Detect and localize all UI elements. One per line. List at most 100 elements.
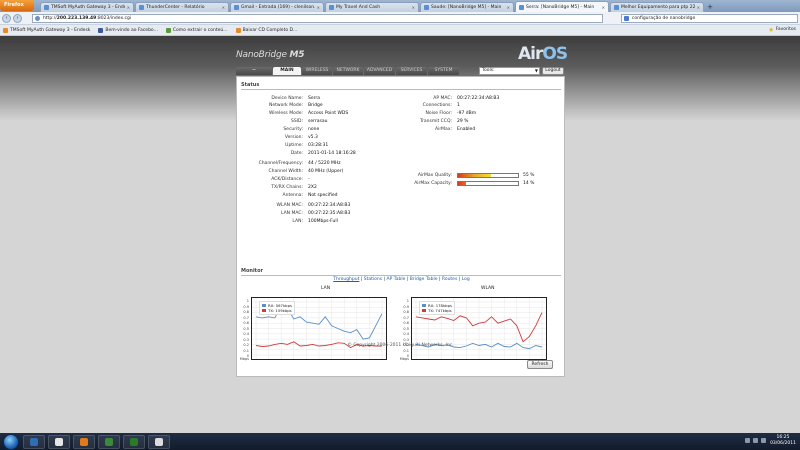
tab-advanced[interactable]: ADVANCED — [364, 67, 395, 75]
legend-item: TX: 747kbps — [422, 308, 452, 313]
refresh-button[interactable]: Refresh — [527, 360, 553, 369]
tab-wireless[interactable]: WIRELESS — [302, 67, 332, 75]
link-log[interactable]: Log — [462, 277, 470, 282]
y-tick-label: 0.3 — [243, 337, 249, 342]
legend-swatch — [262, 304, 266, 307]
search-input[interactable]: configuração de nanobridge — [620, 13, 799, 23]
tab-main[interactable]: MAIN — [273, 67, 301, 75]
clock[interactable]: 16:25 03/06/2011 — [770, 434, 796, 449]
google-search-icon — [623, 15, 629, 21]
chart-legend: RX: 178kbps TX: 747kbps — [419, 301, 455, 315]
chart-title: LAN — [321, 286, 331, 291]
link-throughput[interactable]: Throughput — [333, 277, 359, 282]
tab-close-icon[interactable]: ✕ — [222, 3, 225, 12]
taskbar-app-button[interactable] — [23, 434, 45, 449]
tray-flag-icon[interactable] — [745, 438, 750, 443]
airmax-capacity-fill — [458, 182, 467, 185]
tab-services[interactable]: SERVICES — [396, 67, 427, 75]
status-row: Noise Floor: -97 dBm — [425, 111, 477, 116]
browser-tab[interactable]: My Travel And Cash ✕ — [325, 2, 419, 12]
tab-favicon-icon — [44, 5, 49, 10]
y-tick-label: 0.9 — [243, 304, 249, 309]
tab-favicon-icon — [614, 5, 619, 10]
brand-logo: NanoBridge M5 — [236, 50, 305, 60]
airos-logo: AirOS — [518, 44, 568, 64]
tab-network[interactable]: NETWORK — [333, 67, 363, 75]
system-tray — [745, 438, 766, 443]
bookmark-favicon-icon — [3, 27, 8, 33]
browser-tab[interactable]: Melhor Equipamento para ptp 22k... ✕ — [610, 2, 704, 12]
bookmarks-bar: TMSoft MyAuth Gateway 3 - Endesk Bem-vin… — [0, 25, 800, 36]
explorer-folder-icon — [55, 437, 63, 446]
tools-select[interactable]: Tools: ▼ — [479, 67, 540, 75]
y-tick-label: 0.8 — [243, 310, 249, 314]
tab-close-icon[interactable]: ✕ — [317, 3, 320, 12]
status-row: Channel Width: 40 MHz (Upper) — [268, 169, 344, 174]
browser-tab[interactable]: ThunderCenter - Relatório ✕ — [135, 2, 229, 12]
tab-close-icon[interactable]: ✕ — [602, 3, 605, 12]
tab-close-icon[interactable]: ✕ — [507, 3, 510, 12]
browser-tab-active[interactable]: Serra: [NanoBridge M5] - Main ✕ — [515, 1, 609, 12]
legend-swatch — [422, 309, 426, 312]
browser-tab[interactable]: Gmail - Entrada (169) - clenilson.m...✕ — [230, 2, 324, 12]
firefox-menu-button[interactable]: Firefox — [0, 0, 34, 11]
status-row: LAN: 100Mbps-Full — [292, 219, 338, 224]
legend-item: TX: 159kbps — [262, 308, 292, 313]
airmax-capacity-bar — [457, 181, 519, 186]
browser-tab-bar: Firefox TMSoft MyAuth Gateway 3 - Endesk… — [0, 0, 800, 12]
taskbar-apps — [23, 434, 170, 449]
taskbar-app-button[interactable] — [123, 434, 145, 449]
new-tab-icon[interactable]: + — [705, 3, 715, 12]
bookmark-item[interactable]: Como extrair o conteú... — [165, 27, 228, 33]
forward-arrow-icon[interactable]: › — [12, 13, 22, 23]
tab-favicon-icon — [234, 5, 239, 10]
y-tick-label: 0.6 — [403, 321, 409, 325]
bookmark-item[interactable]: TMSoft MyAuth Gateway 3 - Endesk — [3, 27, 90, 33]
chevron-down-icon: ▼ — [534, 68, 538, 73]
browser-tab[interactable]: Saude: [NanoBridge M5] - Main ✕ — [420, 2, 514, 12]
back-arrow-icon[interactable]: ‹ — [2, 13, 11, 23]
excel-window-icon — [130, 437, 138, 446]
bookmark-item[interactable]: Baixar CD Completo D... — [235, 27, 297, 33]
airmax-capacity-row: AirMax Capacity: 14 % — [414, 181, 535, 186]
tab-close-icon[interactable]: ✕ — [412, 3, 415, 12]
tab-close-icon[interactable]: ✕ — [697, 3, 700, 12]
logout-button[interactable]: Logout — [542, 67, 564, 75]
taskbar-app-button[interactable] — [98, 434, 120, 449]
legend-label: TX: 159kbps — [268, 308, 292, 313]
favorites-button[interactable]: Favoritos — [768, 27, 796, 32]
link-routes[interactable]: Routes — [442, 277, 457, 282]
tray-volume-icon[interactable] — [761, 438, 766, 443]
browser-tab[interactable]: TMSoft MyAuth Gateway 3 - Endesk ✕ — [40, 2, 134, 12]
page-content: NanoBridge M5 AirOS ~ MAIN WIRELESS NETW… — [0, 36, 800, 433]
tab-close-icon[interactable]: ✕ — [127, 3, 130, 12]
firefox-icon — [80, 437, 88, 446]
status-row: ACK/Distance: - — [271, 177, 310, 182]
airmax-quality-bar — [457, 173, 519, 178]
start-button-icon[interactable] — [3, 433, 19, 450]
bookmark-item[interactable]: Bem-vindo ao Facebo... — [98, 27, 158, 33]
taskbar-app-button[interactable] — [148, 434, 170, 449]
y-tick-label: 1 — [406, 299, 409, 303]
monitor-heading: Monitor — [241, 268, 263, 274]
link-ap-table[interactable]: AP Table — [387, 277, 406, 282]
status-row: AirMax: Enabled — [435, 127, 476, 132]
status-row: Version: v5.3 — [284, 135, 318, 140]
y-tick-label: 0.9 — [403, 304, 409, 309]
status-row: TX/RX Chains: 2X2 — [271, 185, 317, 190]
windows-taskbar: 16:25 03/06/2011 — [0, 433, 800, 450]
chart-title: WLAN — [481, 286, 495, 291]
taskbar-app-button[interactable] — [48, 434, 70, 449]
y-tick-label: 0.7 — [403, 315, 409, 320]
taskbar-app-button[interactable] — [73, 434, 95, 449]
tray-network-icon[interactable] — [753, 438, 758, 443]
y-tick-label: 0.3 — [403, 337, 409, 342]
link-stations[interactable]: Stations — [364, 277, 382, 282]
url-bar[interactable]: http://200.223.139.49:8023/index.cgi — [31, 13, 603, 23]
y-tick-label: 0.6 — [243, 321, 249, 325]
tab-system[interactable]: SYSTEM — [428, 67, 459, 75]
tab-airmax-logo[interactable]: ~ — [236, 67, 272, 75]
status-row: Uptime: 03:28:31 — [285, 143, 329, 148]
link-bridge-table[interactable]: Bridge Table — [410, 277, 438, 282]
status-row: Device Name: Serra — [271, 96, 321, 101]
